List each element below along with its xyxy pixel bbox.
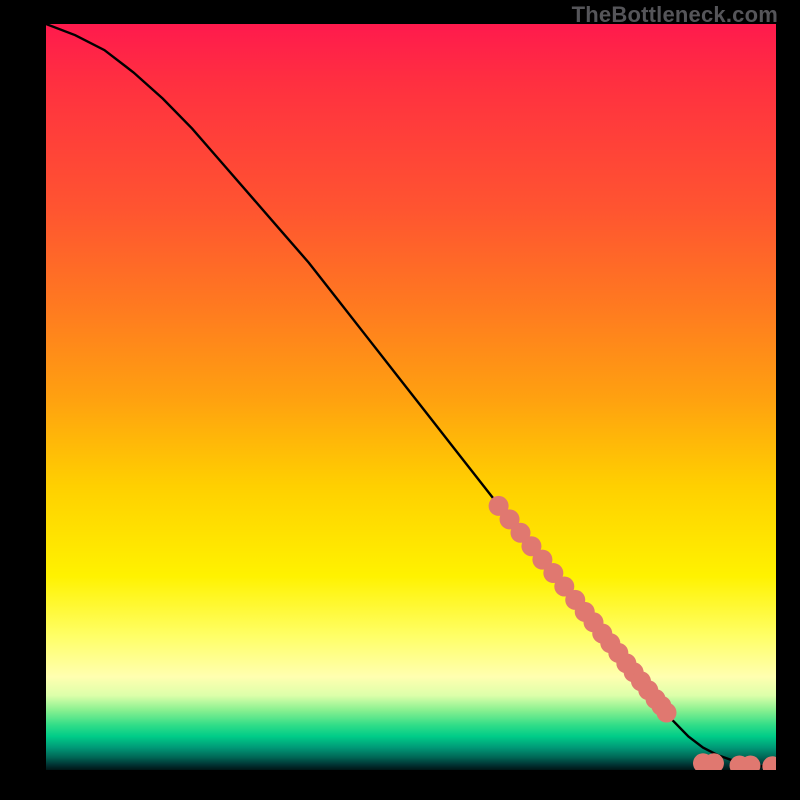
- data-point: [554, 576, 574, 596]
- data-point: [511, 523, 531, 543]
- data-point: [500, 509, 520, 529]
- data-point: [646, 689, 666, 709]
- data-point: [543, 563, 563, 583]
- data-point: [693, 753, 713, 770]
- data-point: [608, 643, 628, 663]
- data-point: [704, 753, 724, 770]
- data-point: [616, 653, 636, 673]
- plot-area: [46, 24, 776, 770]
- data-point: [624, 662, 644, 682]
- chart-frame: TheBottleneck.com: [0, 0, 800, 800]
- data-point: [657, 703, 677, 723]
- data-point: [489, 496, 509, 516]
- data-point: [521, 536, 541, 556]
- scatter-points: [489, 496, 776, 770]
- data-point: [592, 623, 612, 643]
- data-point: [740, 756, 760, 770]
- data-point: [565, 590, 585, 610]
- data-point: [730, 756, 750, 770]
- chart-overlay: [46, 24, 776, 770]
- data-point: [584, 612, 604, 632]
- data-point: [532, 550, 552, 570]
- curve-line: [46, 24, 776, 767]
- data-point: [600, 633, 620, 653]
- data-point: [638, 680, 658, 700]
- data-point: [631, 671, 651, 691]
- data-point: [762, 756, 776, 770]
- data-point: [575, 602, 595, 622]
- data-point: [651, 696, 671, 716]
